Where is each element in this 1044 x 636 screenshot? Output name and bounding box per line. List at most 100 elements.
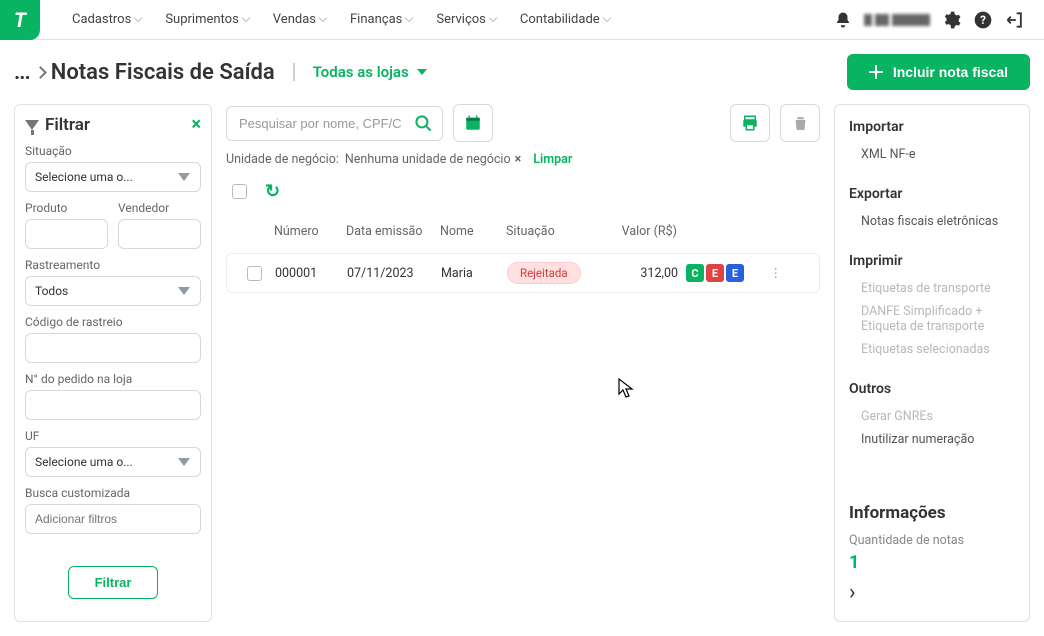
trash-icon (792, 115, 809, 132)
filter-panel: Filtrar × Situação Selecione uma o... Pr… (14, 104, 212, 622)
chevron-down-icon (134, 14, 142, 22)
nav-label: Finanças (350, 12, 402, 27)
qtd-value: 1 (849, 552, 1015, 573)
rastreamento-select-text: Todos (35, 284, 68, 298)
chip-value: Nenhuma unidade de negócio (345, 152, 511, 167)
flag-e1[interactable]: E (706, 264, 724, 282)
nav-cadastros[interactable]: Cadastros (60, 0, 153, 40)
table-row[interactable]: 000001 07/11/2023 Maria Rejeitada 312,00… (226, 253, 820, 293)
cell-data: 07/11/2023 (347, 266, 441, 281)
logout-icon[interactable] (1004, 9, 1026, 31)
caret-down-icon (178, 287, 190, 295)
table-header: Número Data emissão Nome Situação Valor … (226, 216, 820, 247)
status-badge: Rejeitada (507, 262, 581, 284)
link-xml-nfe[interactable]: XML NF-e (849, 143, 1015, 166)
importar-header: Importar (849, 119, 1015, 135)
qtd-label: Quantidade de notas (849, 533, 1015, 548)
select-all-checkbox[interactable] (232, 184, 247, 199)
link-danfe: DANFE Simplificado + Etiqueta de transpo… (849, 300, 1015, 338)
breadcrumb-dots[interactable]: ... (14, 60, 30, 85)
chevron-down-icon (405, 14, 413, 22)
codigo-label: Código de rastreio (25, 315, 201, 329)
th-valor: Valor (R$) (621, 224, 685, 239)
nav-vendas[interactable]: Vendas (261, 0, 338, 40)
nav-label: Suprimentos (165, 12, 238, 27)
flag-e2[interactable]: E (726, 264, 744, 282)
chevron-down-icon (319, 14, 327, 22)
nav-label: Cadastros (72, 12, 131, 27)
th-nome: Nome (440, 224, 506, 239)
uf-label: UF (25, 429, 201, 443)
nav-servicos[interactable]: Serviços (424, 0, 508, 40)
situacao-select-text: Selecione uma o... (35, 170, 133, 184)
nav-contabilidade[interactable]: Contabilidade (508, 0, 622, 40)
link-etiq-sel: Etiquetas selecionadas (849, 338, 1015, 361)
busca-label: Busca customizada (25, 486, 201, 500)
busca-input[interactable] (25, 504, 201, 534)
link-gnre: Gerar GNREs (849, 405, 1015, 428)
expand-chevron[interactable]: › (849, 580, 856, 605)
cell-valor: 312,00 (622, 266, 686, 281)
clear-filters-link[interactable]: Limpar (533, 152, 572, 167)
codigo-input[interactable] (25, 333, 201, 363)
chevron-down-icon (242, 14, 250, 22)
nav-suprimentos[interactable]: Suprimentos (153, 0, 260, 40)
nav-label: Contabilidade (520, 12, 600, 27)
search-button[interactable] (407, 109, 439, 139)
chevron-down-icon (602, 14, 610, 22)
create-nota-label: Incluir nota fiscal (893, 64, 1008, 80)
vendedor-label: Vendedor (118, 201, 201, 215)
print-icon (741, 114, 759, 132)
chip-remove[interactable]: × (515, 152, 522, 167)
nav-actions: ? (832, 9, 1044, 31)
produto-label: Produto (25, 201, 108, 215)
calendar-button[interactable] (453, 104, 493, 142)
uf-select[interactable]: Selecione uma o... (25, 447, 201, 477)
rastreamento-select[interactable]: Todos (25, 276, 201, 306)
delete-button[interactable] (780, 104, 820, 142)
vendedor-input[interactable] (118, 219, 201, 249)
nav-links: Cadastros Suprimentos Vendas Finanças Se… (60, 0, 832, 40)
link-nfe-export[interactable]: Notas fiscais eletrônicas (849, 210, 1015, 233)
chevron-down-icon (489, 14, 497, 22)
flag-c[interactable]: C (686, 264, 704, 282)
gear-icon[interactable] (940, 9, 962, 31)
bell-icon[interactable] (832, 9, 854, 31)
info-header: Informações (849, 503, 1015, 523)
calendar-icon (464, 114, 482, 132)
breadcrumb: ... Notas Fiscais de Saída (14, 60, 275, 85)
situacao-label: Situação (25, 144, 201, 158)
link-inutilizar[interactable]: Inutilizar numeração (849, 428, 1015, 451)
pedido-label: N° do pedido na loja (25, 372, 201, 386)
link-etiq-transporte: Etiquetas de transporte (849, 277, 1015, 300)
filter-close-button[interactable]: × (191, 116, 201, 134)
caret-down-icon (178, 173, 190, 181)
nav-label: Vendas (273, 12, 316, 27)
help-icon[interactable]: ? (972, 9, 994, 31)
print-button[interactable] (730, 104, 770, 142)
nav-label: Serviços (436, 12, 486, 27)
th-numero: Número (274, 224, 346, 239)
rastreamento-label: Rastreamento (25, 258, 201, 272)
search-icon (414, 114, 433, 133)
store-selector[interactable]: Todas as lojas (293, 63, 427, 81)
nav-financas[interactable]: Finanças (338, 0, 424, 40)
filter-apply-button[interactable]: Filtrar (68, 566, 159, 599)
row-checkbox[interactable] (247, 266, 262, 281)
chip-label: Unidade de negócio: (226, 152, 339, 167)
create-nota-button[interactable]: Incluir nota fiscal (847, 54, 1030, 90)
outros-header: Outros (849, 381, 1015, 397)
refresh-button[interactable]: ↻ (265, 181, 280, 202)
user-display[interactable] (864, 13, 930, 27)
th-data: Data emissão (346, 224, 440, 239)
cell-numero: 000001 (275, 266, 347, 281)
svg-text:?: ? (980, 13, 986, 27)
situacao-select[interactable]: Selecione uma o... (25, 162, 201, 192)
row-menu-button[interactable]: ⋮ (748, 265, 782, 281)
app-logo[interactable]: T (0, 0, 40, 40)
uf-select-text: Selecione uma o... (35, 455, 133, 469)
produto-input[interactable] (25, 219, 108, 249)
pedido-input[interactable] (25, 390, 201, 420)
chevron-right-icon (34, 66, 47, 79)
store-selector-label: Todas as lojas (313, 63, 409, 81)
